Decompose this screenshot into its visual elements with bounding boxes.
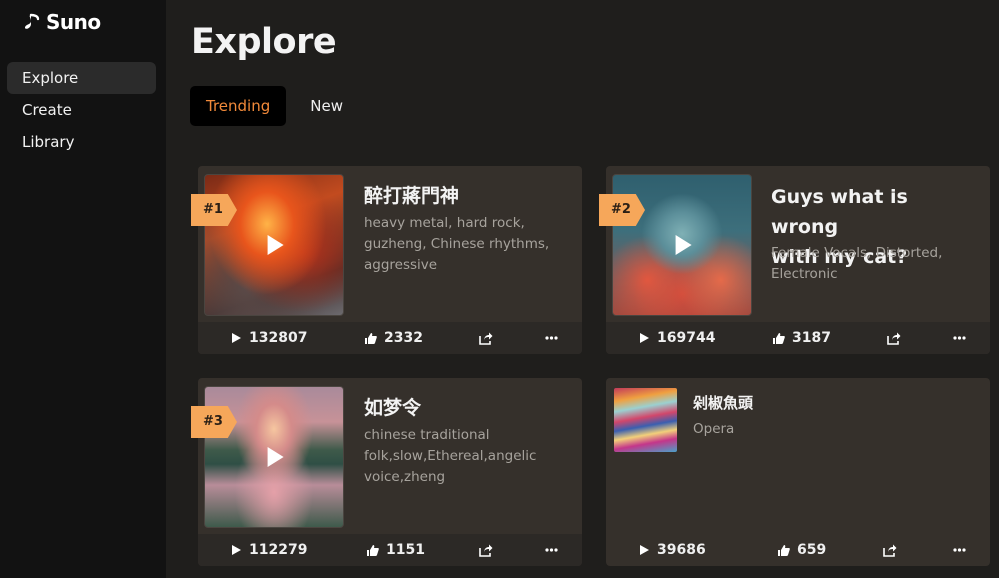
song-title[interactable]: 如梦令	[364, 393, 421, 423]
like-button[interactable]: 659	[777, 534, 826, 566]
sidebar: Suno Explore Create Library	[0, 0, 166, 578]
tab-trending[interactable]: Trending	[190, 86, 287, 126]
song-card[interactable]: #1 醉打蔣門神 heavy metal, hard rock, guzheng…	[191, 166, 582, 354]
page-title: Explore	[191, 22, 337, 62]
play-count-value: 112279	[249, 542, 308, 558]
like-button[interactable]: 2332	[364, 322, 423, 354]
thumbs-up-icon	[367, 544, 379, 556]
play-icon[interactable]	[675, 235, 692, 255]
card-footer: 132807 2332	[198, 322, 582, 354]
song-tags-line: heavy metal, hard rock,	[364, 215, 525, 231]
song-tags-line: folk,slow,Ethereal,angelic	[364, 448, 537, 464]
share-button[interactable]	[479, 322, 493, 354]
thumbs-up-icon	[778, 544, 790, 556]
song-tags-line: guzheng, Chinese rhythms,	[364, 236, 550, 252]
play-count-value: 132807	[249, 330, 308, 346]
play-icon	[232, 333, 241, 343]
song-tags: Opera	[693, 419, 734, 440]
song-tags-line: aggressive	[364, 257, 438, 273]
share-button[interactable]	[479, 534, 493, 566]
app-name: Suno	[46, 10, 101, 34]
more-options-button[interactable]	[545, 322, 558, 354]
suno-logo[interactable]: Suno	[22, 10, 101, 34]
song-tags-line: Electronic	[771, 266, 838, 282]
song-card[interactable]: #2 Guys what is wrong with my cat? Femal…	[599, 166, 990, 354]
share-icon	[479, 332, 493, 345]
song-title[interactable]: 剁椒魚頭	[693, 391, 753, 415]
play-count-value: 169744	[657, 330, 716, 346]
like-button[interactable]: 1151	[366, 534, 425, 566]
song-tags: heavy metal, hard rock, guzheng, Chinese…	[364, 213, 574, 276]
song-tags-line: Opera	[693, 421, 735, 437]
share-icon	[883, 544, 897, 557]
cover-art-colorful-waves[interactable]	[614, 388, 677, 452]
song-card[interactable]: #3 如梦令 chinese traditional folk,slow,Eth…	[191, 378, 582, 566]
play-count-value: 39686	[657, 542, 706, 558]
rank-badge: #3	[191, 406, 237, 438]
thumbs-up-icon	[773, 332, 785, 344]
song-tags-line: voice,zheng	[364, 469, 446, 485]
play-count[interactable]: 169744	[638, 322, 715, 354]
like-count-value: 1151	[386, 542, 425, 558]
tab-bar: Trending New	[190, 86, 367, 126]
more-options-button[interactable]	[953, 534, 966, 566]
song-card[interactable]: 剁椒魚頭 Opera 39686 659	[606, 378, 990, 566]
share-icon	[479, 544, 493, 557]
like-count-value: 659	[797, 542, 827, 558]
sidebar-nav: Explore Create Library	[7, 62, 156, 158]
share-button[interactable]	[887, 322, 901, 354]
suno-logo-icon	[25, 13, 40, 29]
like-count-value: 2332	[384, 330, 423, 346]
more-dots-icon	[953, 548, 966, 552]
song-tags-line: Female Vocals, Distorted,	[771, 245, 943, 261]
like-count-value: 3187	[792, 330, 831, 346]
song-tags: chinese traditional folk,slow,Ethereal,a…	[364, 425, 574, 488]
thumbs-up-icon	[365, 332, 377, 344]
song-title[interactable]: 醉打蔣門神	[364, 181, 459, 211]
play-icon	[232, 545, 241, 555]
sidebar-item-explore[interactable]: Explore	[7, 62, 156, 94]
more-dots-icon	[545, 336, 558, 340]
play-icon[interactable]	[267, 235, 284, 255]
song-title-line: Guys what is wrong	[771, 186, 908, 238]
card-footer: 169744 3187	[606, 322, 990, 354]
rank-badge: #1	[191, 194, 237, 226]
rank-badge: #2	[599, 194, 645, 226]
more-options-button[interactable]	[953, 322, 966, 354]
card-footer: 112279 1151	[198, 534, 582, 566]
like-button[interactable]: 3187	[772, 322, 831, 354]
more-options-button[interactable]	[545, 534, 558, 566]
song-tags-line: chinese traditional	[364, 427, 490, 443]
tab-new[interactable]: New	[294, 86, 359, 126]
more-dots-icon	[953, 336, 966, 340]
play-icon	[640, 545, 649, 555]
share-icon	[887, 332, 901, 345]
play-icon	[640, 333, 649, 343]
card-footer: 39686 659	[606, 534, 990, 566]
sidebar-item-library[interactable]: Library	[7, 126, 156, 158]
sidebar-item-create[interactable]: Create	[7, 94, 156, 126]
play-count[interactable]: 112279	[230, 534, 307, 566]
more-dots-icon	[545, 548, 558, 552]
main-content: Explore Trending New #1 醉打蔣門神 heavy meta…	[166, 0, 999, 578]
share-button[interactable]	[883, 534, 897, 566]
play-count[interactable]: 39686	[638, 534, 706, 566]
play-icon[interactable]	[267, 447, 284, 467]
song-tags: Female Vocals, Distorted, Electronic	[771, 243, 981, 285]
play-count[interactable]: 132807	[230, 322, 307, 354]
